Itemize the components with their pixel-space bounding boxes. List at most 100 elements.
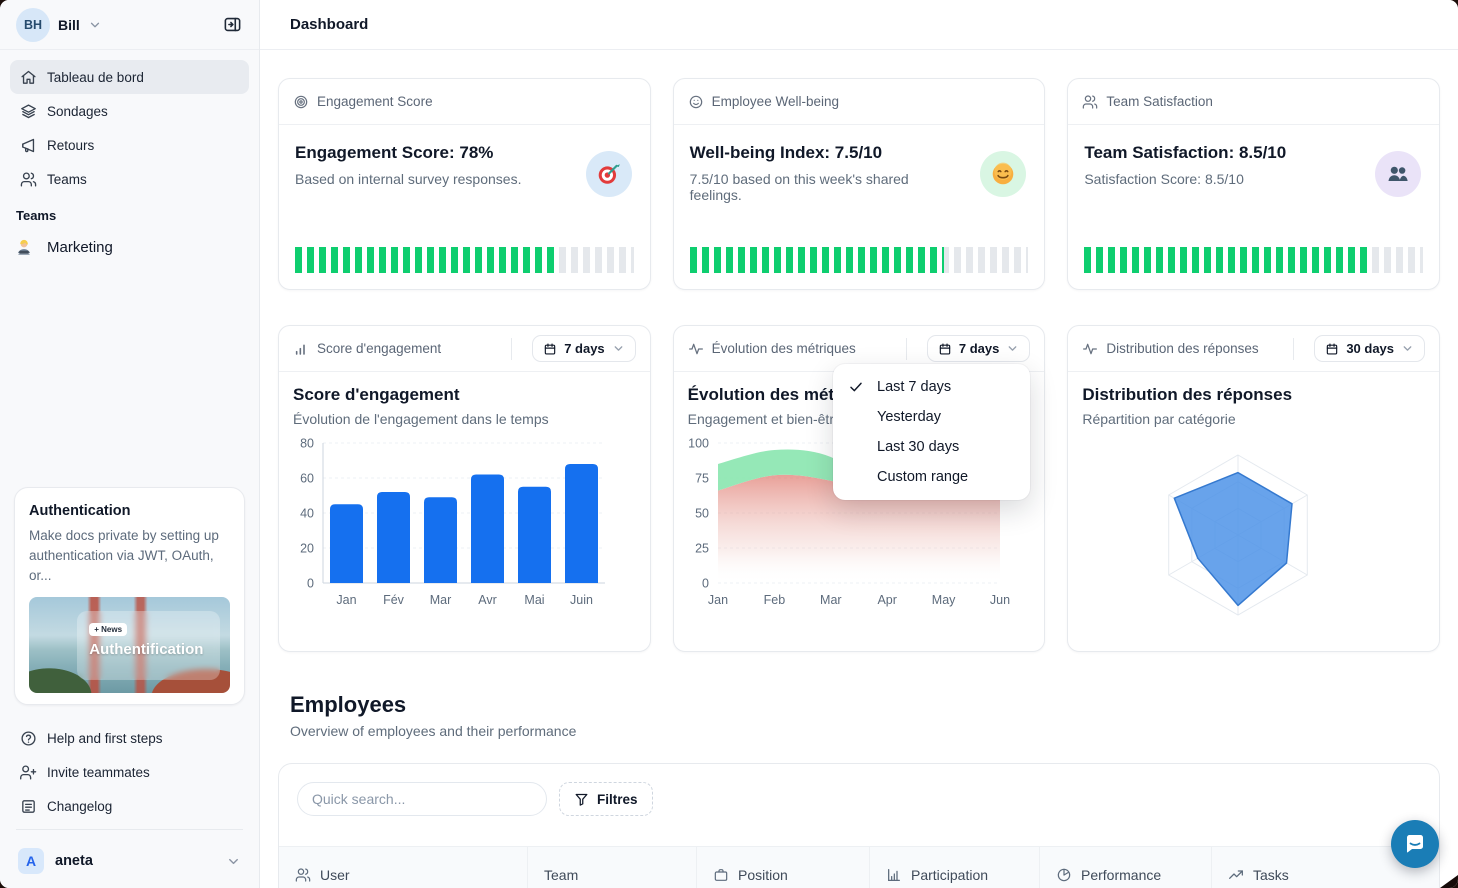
workspace-name: aneta [55, 853, 93, 869]
pie-chart-icon [1056, 867, 1072, 883]
sidebar-item-label: Tableau de bord [47, 70, 144, 85]
sidebar-footer: Help and first steps Invite teammates Ch… [10, 721, 249, 836]
menu-item-label: Custom range [877, 469, 968, 485]
column-header-participation[interactable]: Participation [869, 847, 1039, 888]
menu-item-last-30-days[interactable]: Last 30 days [833, 432, 1030, 462]
sidebar-collapse-button[interactable] [217, 10, 247, 40]
svg-text:0: 0 [307, 577, 314, 591]
stat-title: Team Satisfaction: 8.5/10 [1084, 143, 1423, 163]
sidebar-item-surveys[interactable]: Sondages [10, 94, 249, 128]
distribution-chart-card: Distribution des réponses 30 days Distri… [1067, 325, 1440, 652]
menu-item-last-7-days[interactable]: Last 7 days [833, 372, 1030, 402]
filters-button[interactable]: Filtres [559, 782, 653, 816]
promo-image-overlay: + News Authentification [77, 611, 220, 679]
stat-cards-row: Engagement Score Engagement Score: 78% B… [278, 78, 1440, 290]
workspace-avatar: A [18, 848, 44, 874]
range-selector-button[interactable]: 7 days [532, 335, 635, 362]
target-icon [293, 94, 309, 110]
user-plus-icon [20, 764, 37, 781]
sidebar-item-help[interactable]: Help and first steps [10, 721, 249, 755]
svg-text:Jan: Jan [336, 593, 356, 607]
engagement-bar-chart: 020406080JanFévMarAvrMaiJuin [281, 433, 648, 621]
card-header-label: Employee Well-being [712, 94, 839, 109]
promo-description: Make docs private by setting up authenti… [29, 526, 230, 586]
help-circle-icon [20, 730, 37, 747]
activity-icon [688, 341, 704, 357]
menu-item-yesterday[interactable]: Yesterday [833, 402, 1030, 432]
menu-item-label: Last 30 days [877, 439, 959, 455]
user-avatar[interactable]: BH [16, 8, 50, 42]
workspace-switcher[interactable]: A aneta [10, 842, 249, 880]
bar-chart-icon [886, 867, 902, 883]
panel-collapse-icon [223, 15, 242, 34]
column-label: Participation [911, 867, 988, 883]
promo-image: + News Authentification [29, 597, 230, 693]
svg-text:40: 40 [300, 507, 314, 521]
svg-text:Mai: Mai [524, 593, 544, 607]
range-label: 7 days [959, 341, 999, 356]
engagement-score-card: Engagement Score Engagement Score: 78% B… [278, 78, 651, 290]
two-people-emoji-icon [1375, 151, 1421, 197]
calendar-icon [1325, 342, 1339, 356]
authentication-promo-card[interactable]: Authentication Make docs private by sett… [14, 487, 245, 705]
card-header-label: Évolution des métriques [712, 341, 856, 356]
sidebar-item-label: Retours [47, 138, 94, 153]
chat-bubble-icon [1403, 832, 1427, 856]
column-header-position[interactable]: Position [696, 847, 869, 888]
column-label: Position [738, 867, 788, 883]
chat-launcher-button[interactable] [1391, 820, 1439, 868]
range-selector-button[interactable]: 7 days [927, 335, 1030, 362]
technologist-emoji-icon [14, 237, 34, 257]
sidebar-item-invite[interactable]: Invite teammates [10, 755, 249, 789]
svg-text:Jan: Jan [708, 593, 728, 607]
menu-item-label: Yesterday [877, 409, 941, 425]
stat-description: Satisfaction Score: 8.5/10 [1084, 171, 1334, 187]
sidebar-item-label: Help and first steps [47, 731, 163, 746]
chevron-down-icon [226, 854, 241, 869]
svg-text:Feb: Feb [763, 593, 785, 607]
column-header-user[interactable]: User [279, 847, 527, 888]
column-header-performance[interactable]: Performance [1039, 847, 1211, 888]
users-icon [295, 867, 311, 883]
stat-description: Based on internal survey responses. [295, 171, 545, 187]
home-icon [20, 69, 37, 86]
filters-label: Filtres [597, 792, 638, 807]
table-header-row: User Team Position Participation Perform… [279, 846, 1439, 888]
card-header: Score d'engagement 7 days [279, 326, 650, 372]
sidebar-item-dashboard[interactable]: Tableau de bord [10, 60, 249, 94]
sidebar-item-teams[interactable]: Teams [10, 162, 249, 196]
top-bar: Dashboard [260, 0, 1458, 50]
card-header: Engagement Score [279, 79, 650, 125]
svg-text:20: 20 [300, 542, 314, 556]
svg-text:Apr: Apr [877, 593, 896, 607]
smiling-face-emoji-icon [980, 151, 1026, 197]
team-satisfaction-card: Team Satisfaction Team Satisfaction: 8.5… [1067, 78, 1440, 290]
sidebar-item-label: Invite teammates [47, 765, 150, 780]
sidebar-divider [16, 829, 243, 830]
smile-icon [688, 94, 704, 110]
sidebar-item-changelog[interactable]: Changelog [10, 789, 249, 823]
menu-item-label: Last 7 days [877, 379, 951, 395]
menu-item-custom-range[interactable]: Custom range [833, 462, 1030, 492]
chevron-down-icon [1401, 342, 1414, 355]
user-name[interactable]: Bill [58, 17, 80, 33]
sidebar-item-label: Teams [47, 172, 87, 187]
sidebar-item-feedback[interactable]: Retours [10, 128, 249, 162]
svg-text:Mar: Mar [430, 593, 452, 607]
svg-text:25: 25 [695, 542, 709, 556]
card-header-label: Distribution des réponses [1106, 341, 1258, 356]
range-selector-button[interactable]: 30 days [1314, 335, 1425, 362]
chevron-down-icon [612, 342, 625, 355]
search-input[interactable] [297, 782, 547, 816]
users-icon [1082, 94, 1098, 110]
svg-text:Jun: Jun [990, 593, 1010, 607]
sidebar-team-marketing[interactable]: Marketing [0, 227, 259, 267]
chevron-down-icon [88, 18, 102, 32]
card-header: Team Satisfaction [1068, 79, 1439, 125]
promo-title: Authentication [29, 503, 230, 519]
news-badge: + News [89, 623, 127, 636]
svg-text:Mar: Mar [820, 593, 842, 607]
column-header-team[interactable]: Team [527, 847, 696, 888]
sidebar-item-label: Sondages [47, 104, 108, 119]
svg-text:50: 50 [695, 507, 709, 521]
